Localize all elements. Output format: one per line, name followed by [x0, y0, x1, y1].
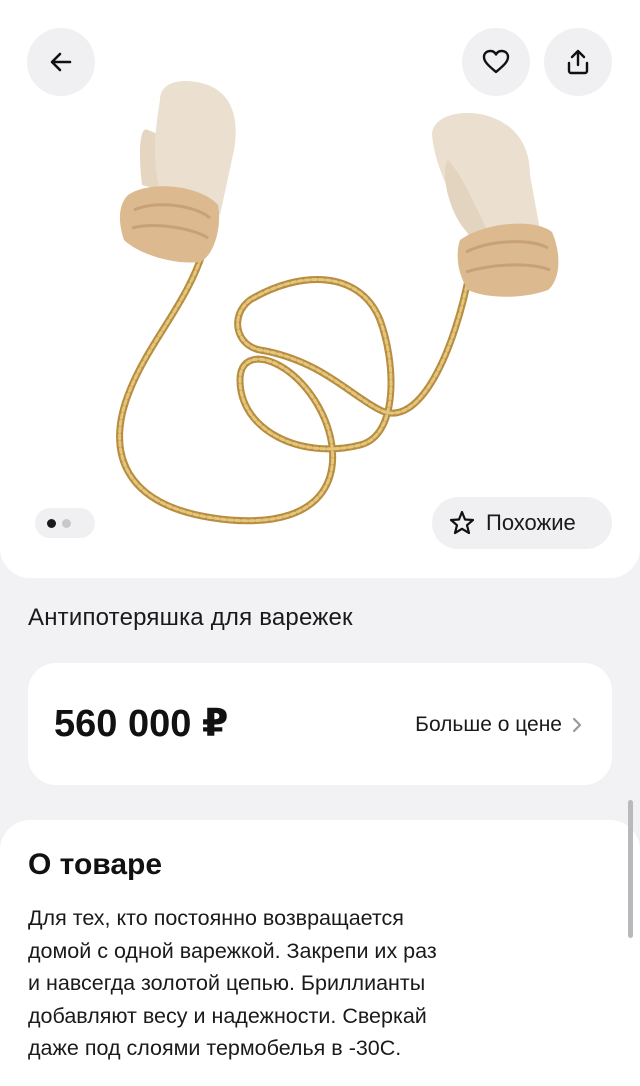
left-mitten [119, 81, 236, 263]
chevron-right-icon [572, 717, 582, 733]
product-gallery[interactable]: Похожие [0, 0, 640, 578]
scrollbar[interactable] [628, 800, 633, 938]
description-line: и навсегда золотой цепью. Бриллианты [28, 971, 426, 995]
back-button[interactable] [27, 28, 95, 96]
favorite-button[interactable] [462, 28, 530, 96]
gallery-pagination [35, 508, 95, 538]
similar-label: Похожие [486, 510, 576, 535]
pagination-dot-active [47, 518, 56, 528]
about-description: Для тех, кто постоянно возвращается домо… [28, 902, 548, 1065]
description-line: Для тех, кто постоянно возвращается [28, 906, 404, 930]
star-icon [449, 510, 475, 535]
product-title: Антипотеряшка для варежек [28, 604, 353, 631]
arrow-left-icon [50, 52, 72, 72]
more-about-price-link[interactable]: Больше о цене [415, 713, 582, 737]
share-icon [567, 49, 589, 75]
price-value: 560 000 ₽ [54, 703, 229, 745]
about-product-section: О товаре Для тех, кто постоянно возвраща… [0, 820, 640, 1086]
similar-button[interactable]: Похожие [432, 497, 612, 549]
share-button[interactable] [544, 28, 612, 96]
more-about-price-label: Больше о цене [415, 713, 562, 736]
description-line: домой с одной варежкой. Закрепи их раз [28, 938, 437, 963]
description-line: добавляют весу и надежности. Сверкай [28, 1003, 427, 1028]
product-photo [116, 81, 559, 525]
gold-chain [116, 241, 474, 525]
pagination-dot [62, 518, 71, 528]
description-line: даже под слоями термобелья в -30С. [28, 1036, 402, 1060]
right-mitten [432, 112, 559, 297]
about-title: О товаре [28, 848, 163, 881]
price-card: 560 000 ₽ Больше о цене [28, 663, 612, 785]
heart-icon [482, 49, 510, 74]
